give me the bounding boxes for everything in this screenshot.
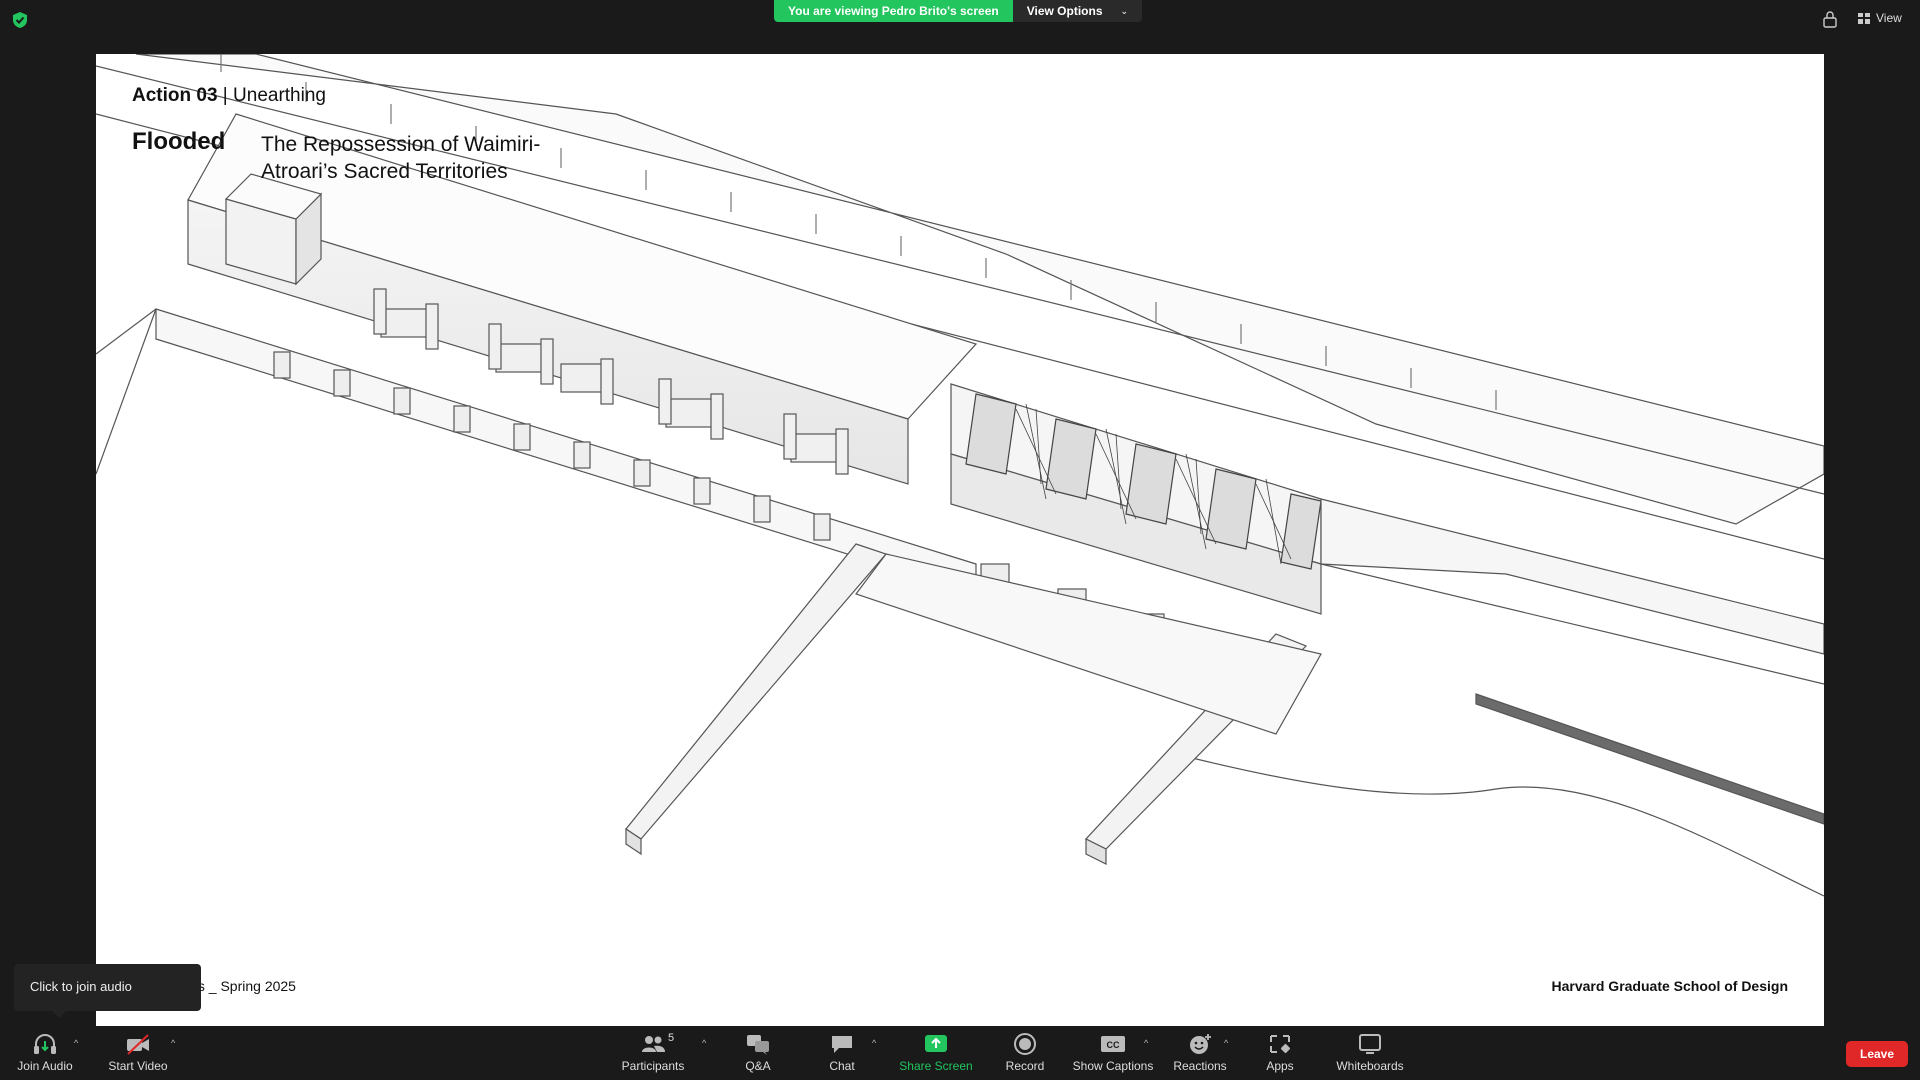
reactions-label: Reactions: [1173, 1059, 1227, 1073]
slide-heading: Flooded: [132, 128, 226, 155]
leave-button[interactable]: Leave: [1846, 1041, 1908, 1067]
chat-bubble-icon: [832, 1036, 852, 1053]
chevron-up-icon[interactable]: ^: [702, 1038, 706, 1048]
svg-text:CC: CC: [1107, 1040, 1120, 1050]
join-audio-label: Join Audio: [17, 1059, 73, 1073]
participants-button[interactable]: Participants: [605, 1032, 701, 1073]
apps-icon: [1270, 1035, 1291, 1054]
exit-fullscreen-icon[interactable]: [1822, 10, 1838, 28]
slide-subtitle: The Repossession of Waimiri-Atroari’s Sa…: [261, 133, 541, 183]
architectural-render: [96, 54, 1824, 897]
record-button[interactable]: Record: [977, 1032, 1073, 1073]
start-video-label: Start Video: [108, 1059, 168, 1073]
share-arrow-icon: [925, 1035, 947, 1052]
apps-label: Apps: [1266, 1059, 1294, 1073]
chevron-down-icon: ⌄: [1120, 6, 1129, 16]
show-captions-label: Show Captions: [1072, 1059, 1154, 1073]
meeting-toolbar: Join Audio ^ Start Video ^ Participants …: [0, 1026, 1920, 1080]
action-title: Unearthing: [233, 85, 326, 106]
smiley-plus-icon: [1190, 1034, 1211, 1054]
record-circle-icon: [1014, 1033, 1036, 1055]
action-separator: |: [217, 85, 234, 106]
action-number: Action 03: [132, 85, 218, 106]
apps-button[interactable]: Apps: [1232, 1032, 1328, 1073]
record-label: Record: [1005, 1059, 1045, 1073]
join-audio-button[interactable]: Join Audio: [0, 1032, 93, 1073]
chevron-up-icon[interactable]: ^: [1144, 1038, 1148, 1048]
qa-bubbles-icon: [747, 1035, 769, 1055]
qa-label: Q&A: [745, 1059, 771, 1073]
viewing-text: You are viewing Pedro Brito's screen: [774, 0, 1013, 22]
video-off-icon: [127, 1034, 149, 1055]
view-button[interactable]: View: [1858, 11, 1902, 25]
whiteboards-button[interactable]: Whiteboards: [1322, 1032, 1418, 1073]
chevron-up-icon[interactable]: ^: [1224, 1038, 1228, 1048]
participants-label: Participants: [621, 1059, 685, 1073]
view-options-label: View Options: [1026, 4, 1103, 18]
slide-action-title: Action 03 | Unearthing: [132, 85, 326, 107]
chat-label: Chat: [829, 1059, 855, 1073]
view-options-button[interactable]: View Options ⌄: [1012, 0, 1143, 22]
headphones-icon: [34, 1034, 56, 1054]
chevron-up-icon[interactable]: ^: [74, 1038, 78, 1048]
participants-count: 5: [668, 1032, 675, 1044]
whiteboard-icon: [1359, 1034, 1381, 1054]
cc-icon: CC: [1101, 1036, 1125, 1052]
chevron-up-icon[interactable]: ^: [872, 1038, 876, 1048]
people-icon: [642, 1036, 665, 1052]
shield-check-icon[interactable]: [11, 11, 29, 29]
chevron-up-icon[interactable]: ^: [171, 1038, 175, 1048]
join-audio-tooltip: Click to join audio: [14, 964, 201, 1018]
top-bar: You are viewing Pedro Brito's screen Vie…: [0, 0, 1920, 54]
shared-screen: Action 03 | Unearthing Flooded The Repos…: [96, 54, 1824, 1026]
qa-button[interactable]: Q&A: [710, 1032, 806, 1073]
slide-footer-right: Harvard Graduate School of Design: [1551, 978, 1789, 994]
share-screen-button[interactable]: Share Screen: [888, 1032, 984, 1073]
share-screen-label: Share Screen: [899, 1059, 973, 1073]
viewing-banner: You are viewing Pedro Brito's screen Vie…: [774, 0, 1143, 22]
grid-view-icon: [1858, 12, 1870, 24]
whiteboards-label: Whiteboards: [1336, 1059, 1404, 1073]
view-label: View: [1876, 11, 1902, 25]
